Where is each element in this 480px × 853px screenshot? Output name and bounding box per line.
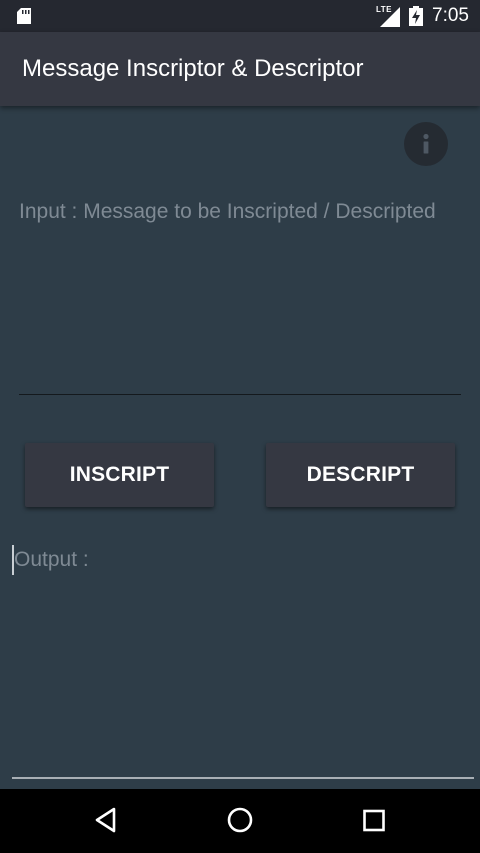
inscript-button[interactable]: INSCRIPT bbox=[25, 443, 214, 507]
info-icon bbox=[423, 133, 429, 154]
message-input[interactable] bbox=[19, 198, 461, 395]
app-bar: Message Inscriptor & Descriptor bbox=[0, 32, 480, 106]
info-button[interactable] bbox=[404, 122, 448, 166]
back-icon[interactable] bbox=[92, 805, 120, 835]
home-icon[interactable] bbox=[226, 805, 254, 835]
navigation-bar bbox=[0, 789, 480, 853]
status-bar: LTE 7:05 bbox=[0, 0, 480, 32]
app-title: Message Inscriptor & Descriptor bbox=[22, 55, 364, 82]
signal-icon bbox=[380, 7, 400, 27]
recents-icon[interactable] bbox=[361, 805, 387, 835]
output-field[interactable]: Output : bbox=[12, 545, 474, 779]
descript-button[interactable]: DESCRIPT bbox=[266, 443, 455, 507]
sd-card-icon bbox=[17, 8, 31, 24]
output-label: Output : bbox=[14, 548, 89, 571]
battery-charging-icon bbox=[409, 6, 423, 26]
status-clock: 7:05 bbox=[432, 5, 469, 26]
